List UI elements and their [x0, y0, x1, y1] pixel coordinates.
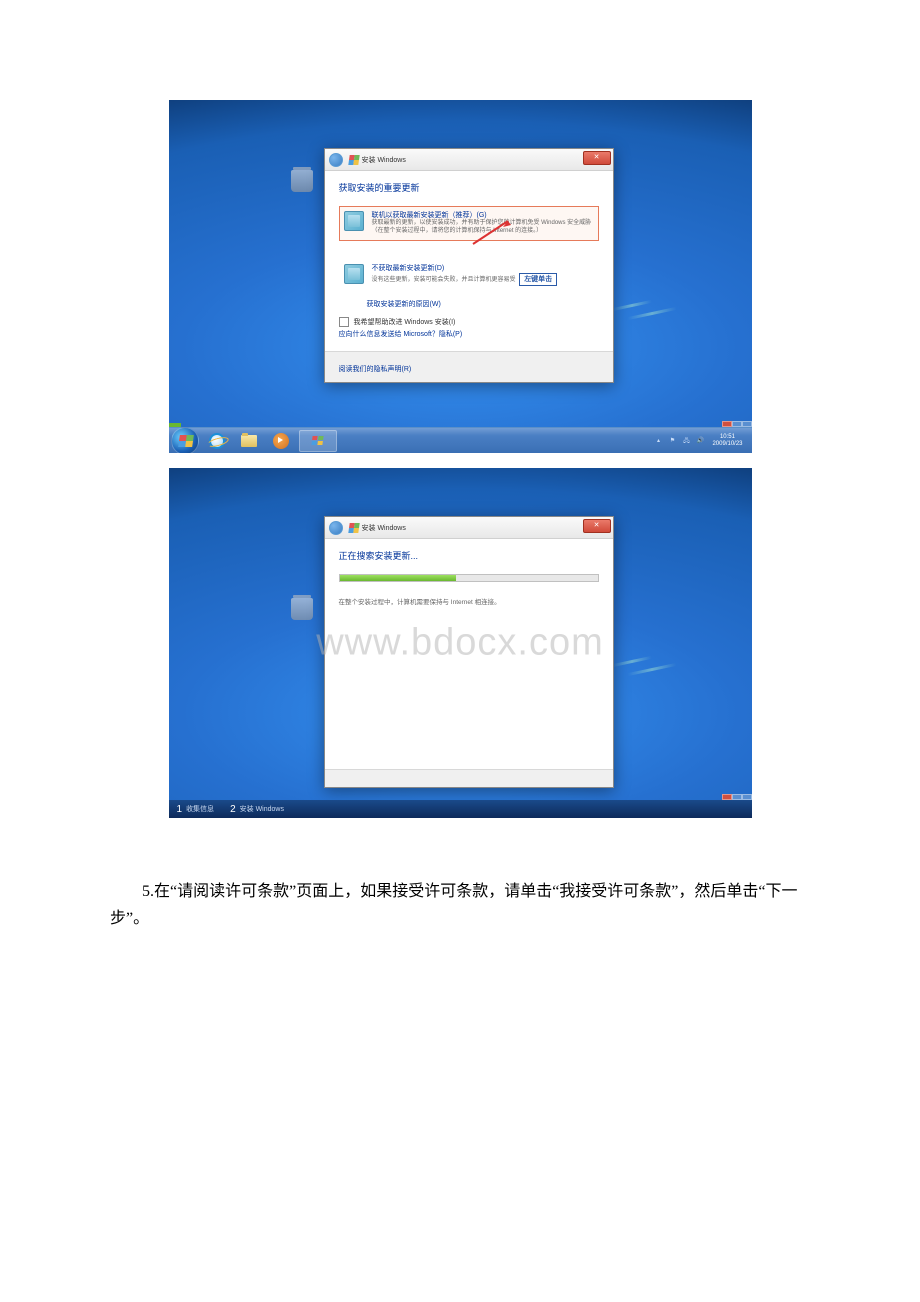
windows-desktop: 安装 Windows 获取安装的重要更新 联机以获取最新安装更新（推荐）(G) … — [169, 100, 752, 453]
taskbar: ▴ ⚑ 🖧 🔊 10:51 2009/10/23 — [169, 427, 752, 453]
back-button[interactable] — [329, 153, 343, 167]
start-button[interactable] — [171, 427, 199, 454]
tray-network-icon[interactable]: 🖧 — [681, 436, 691, 446]
system-tray: ▴ ⚑ 🖧 🔊 10:51 2009/10/23 — [653, 434, 749, 447]
back-button-2[interactable] — [329, 521, 343, 535]
step-2: 2 安装 Windows — [222, 804, 292, 815]
searching-heading: 正在搜索安装更新... — [339, 549, 599, 562]
dialog-body-2: 正在搜索安装更新... 在整个安装过程中，计算机需要保持与 Internet 相… — [325, 539, 613, 769]
taskbar-media-player[interactable] — [266, 430, 296, 452]
taskbar-explorer[interactable] — [234, 430, 264, 452]
taskbar-clock[interactable]: 10:51 2009/10/23 — [709, 434, 745, 447]
wallpaper-light-streak — [612, 294, 702, 354]
dialog-footer: 阅读我们的隐私声明(R) — [325, 351, 613, 382]
close-button[interactable] — [583, 151, 611, 165]
dialog-titlebar: 安装 Windows — [325, 149, 613, 171]
option2-title: 不获取最新安装更新(D) — [372, 264, 594, 273]
close-button-2[interactable] — [583, 519, 611, 533]
dialog-body: 获取安装的重要更新 联机以获取最新安装更新（推荐）(G) 获取最新的更新，以使安… — [325, 171, 613, 351]
install-progress-bar: 1 收集信息 2 安装 Windows — [169, 800, 752, 818]
tray-arrow-icon[interactable]: ▴ — [653, 436, 663, 446]
tray-flag-icon[interactable]: ⚑ — [667, 436, 677, 446]
wallpaper-light-streak-2 — [612, 650, 702, 710]
update-icon — [344, 211, 364, 231]
step-1: 1 收集信息 — [169, 804, 223, 815]
progress-bar — [339, 574, 599, 582]
progress-note: 在整个安装过程中，计算机需要保持与 Internet 相连接。 — [339, 596, 599, 606]
dialog-title-text-2: 安装 Windows — [362, 523, 406, 533]
option1-title: 联机以获取最新安装更新（推荐）(G) — [372, 211, 594, 220]
instruction-paragraph: 5.在“请阅读许可条款”页面上，如果接受许可条款，请单击“我接受许可条款”，然后… — [110, 878, 810, 932]
recycle-bin-icon — [287, 170, 317, 200]
windows-flag-icon-2 — [348, 523, 359, 533]
install-windows-dialog: 安装 Windows 获取安装的重要更新 联机以获取最新安装更新（推荐）(G) … — [324, 148, 614, 383]
send-info-link[interactable]: 应向什么信息发送给 Microsoft？隐私(P) — [339, 329, 599, 339]
windows-flag-icon — [348, 155, 359, 165]
dialog-heading: 获取安装的重要更新 — [339, 181, 599, 194]
screenshot-2: 安装 Windows 正在搜索安装更新... 在整个安装过程中，计算机需要保持与… — [169, 468, 752, 818]
progress-fill — [340, 575, 456, 581]
taskbar-ie[interactable] — [202, 430, 232, 452]
why-updates-link[interactable]: 获取安装更新的原因(W) — [367, 299, 599, 309]
click-annotation: 左键单击 — [519, 273, 557, 286]
option-get-updates[interactable]: 联机以获取最新安装更新（推荐）(G) 获取最新的更新，以使安装成功，并有助于保护… — [339, 206, 599, 241]
windows-desktop-2: 安装 Windows 正在搜索安装更新... 在整个安装过程中，计算机需要保持与… — [169, 468, 752, 818]
screenshot-1: 安装 Windows 获取安装的重要更新 联机以获取最新安装更新（推荐）(G) … — [169, 100, 752, 453]
option2-desc: 没有这些更新，安装可能会失败，并且计算机更容易受 左键单击 — [372, 273, 594, 286]
dialog-footer-2 — [325, 769, 613, 787]
recycle-bin-icon-2 — [287, 598, 317, 628]
privacy-link[interactable]: 阅读我们的隐私声明(R) — [339, 366, 412, 373]
taskbar-install-windows[interactable] — [299, 430, 337, 452]
option-skip-updates[interactable]: 不获取最新安装更新(D) 没有这些更新，安装可能会失败，并且计算机更容易受 左键… — [339, 259, 599, 291]
help-improve-checkbox[interactable]: 我希望帮助改进 Windows 安装(I) — [339, 317, 599, 327]
dialog-titlebar-2: 安装 Windows — [325, 517, 613, 539]
dialog-title-text: 安装 Windows — [362, 155, 406, 165]
install-windows-dialog-2: 安装 Windows 正在搜索安装更新... 在整个安装过程中，计算机需要保持与… — [324, 516, 614, 788]
update-icon-2 — [344, 264, 364, 284]
tray-volume-icon[interactable]: 🔊 — [695, 436, 705, 446]
option1-desc: 获取最新的更新，以使安装成功，并有助于保护您的计算机免受 Windows 安全威… — [372, 220, 594, 236]
